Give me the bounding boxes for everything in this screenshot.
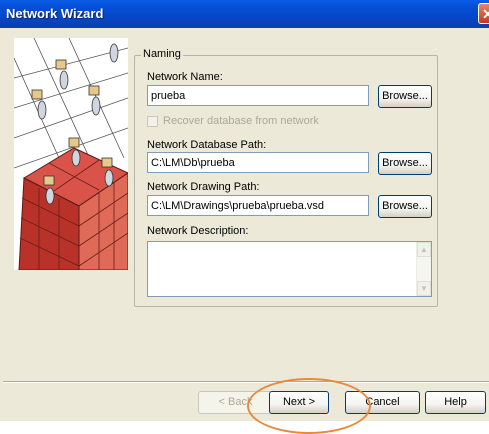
title-bar: Network Wizard ✕ — [0, 0, 489, 28]
database-path-label: Network Database Path: — [147, 139, 267, 151]
drawing-path-label: Network Drawing Path: — [147, 181, 260, 193]
drawing-path-input[interactable] — [147, 195, 369, 216]
scroll-down-arrow-icon[interactable]: ▼ — [417, 281, 431, 296]
browse-drawing-path-button[interactable]: Browse... — [378, 195, 432, 218]
cancel-button[interactable]: Cancel — [345, 391, 420, 414]
network-name-label: Network Name: — [147, 71, 223, 83]
browse-database-path-button[interactable]: Browse... — [378, 152, 432, 175]
wizard-illustration — [14, 38, 128, 270]
scroll-up-arrow-icon[interactable]: ▲ — [417, 242, 431, 257]
description-scrollbar[interactable]: ▲ ▼ — [416, 242, 431, 296]
browse-network-name-button[interactable]: Browse... — [378, 85, 432, 108]
description-textarea[interactable]: ▲ ▼ — [147, 241, 432, 297]
recover-database-label: Recover database from network — [163, 115, 319, 127]
description-label: Network Description: — [147, 225, 249, 237]
next-button[interactable]: Next > — [269, 391, 329, 414]
recover-database-checkbox[interactable] — [147, 116, 158, 127]
back-button[interactable]: < Back — [198, 391, 273, 414]
network-name-input[interactable] — [147, 85, 369, 106]
naming-legend: Naming — [141, 48, 183, 60]
cube-figures-illustration — [14, 38, 128, 270]
close-icon: ✕ — [482, 6, 489, 22]
close-button[interactable]: ✕ — [478, 3, 489, 24]
window-title: Network Wizard — [6, 6, 104, 21]
help-button[interactable]: Help — [425, 391, 486, 414]
database-path-input[interactable] — [147, 152, 369, 173]
footer-separator — [3, 381, 489, 383]
network-wizard-window: Network Wizard ✕ — [0, 0, 489, 434]
